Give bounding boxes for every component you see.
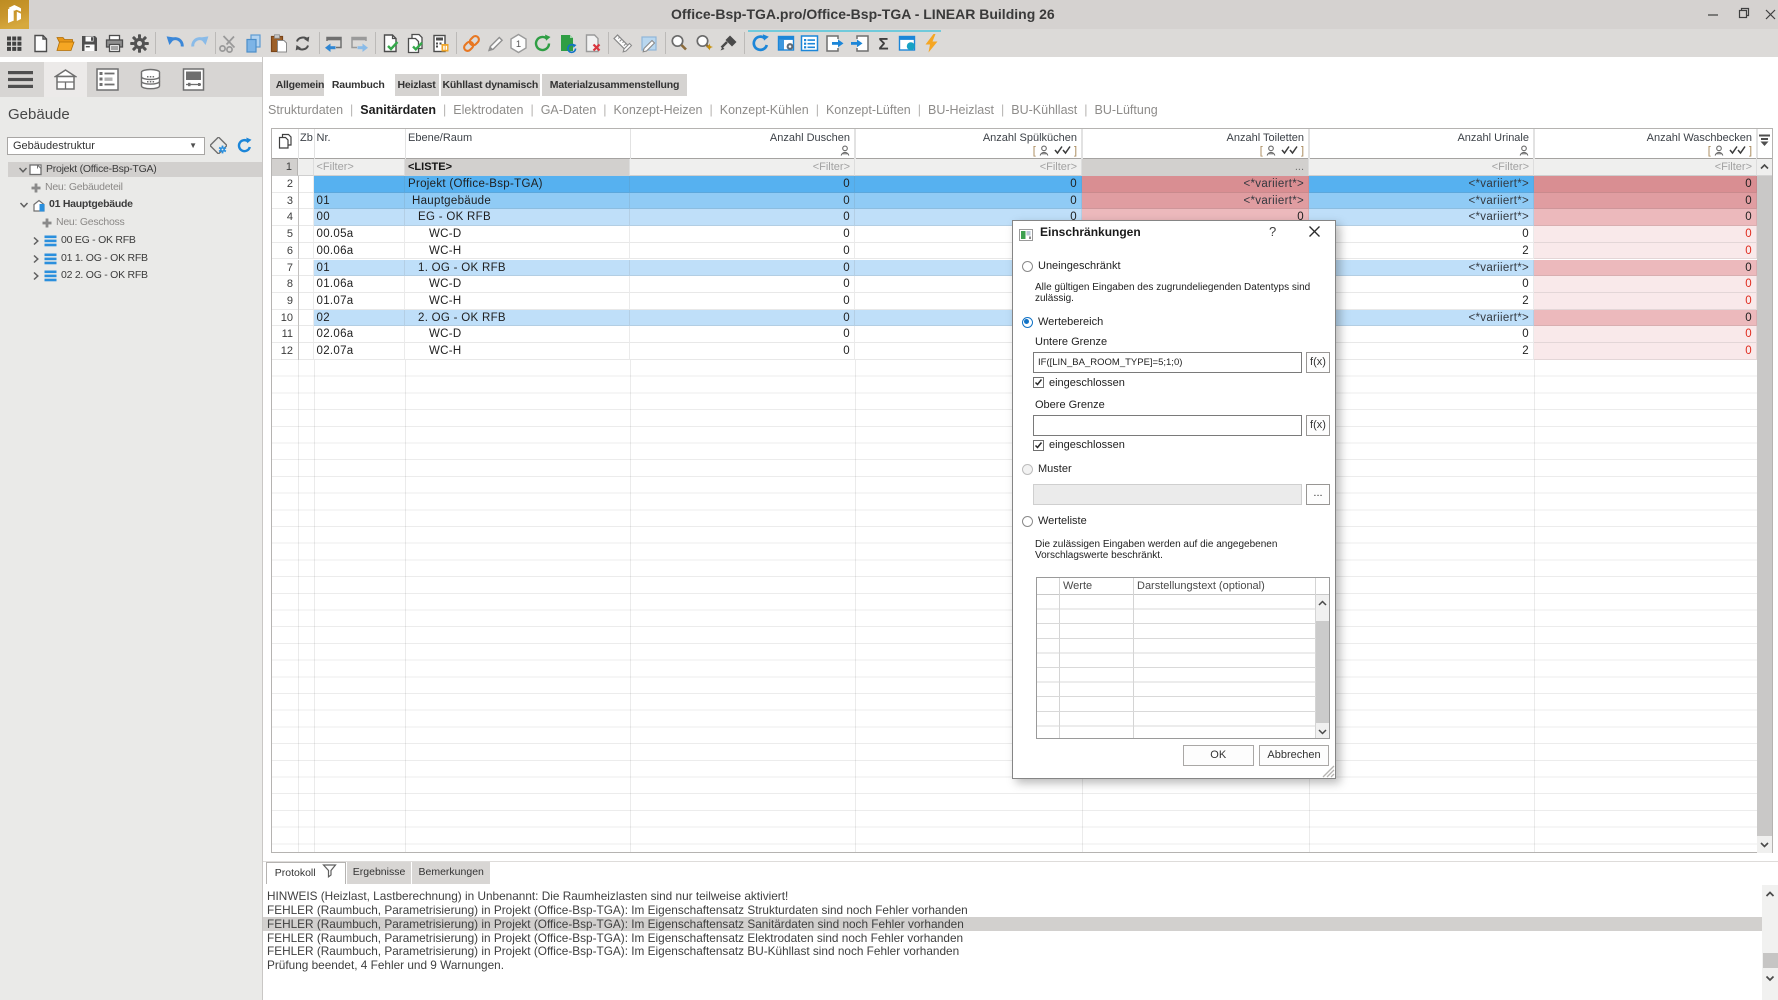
svg-text:1: 1 <box>516 39 521 50</box>
svg-text:Σ: Σ <box>878 35 888 54</box>
